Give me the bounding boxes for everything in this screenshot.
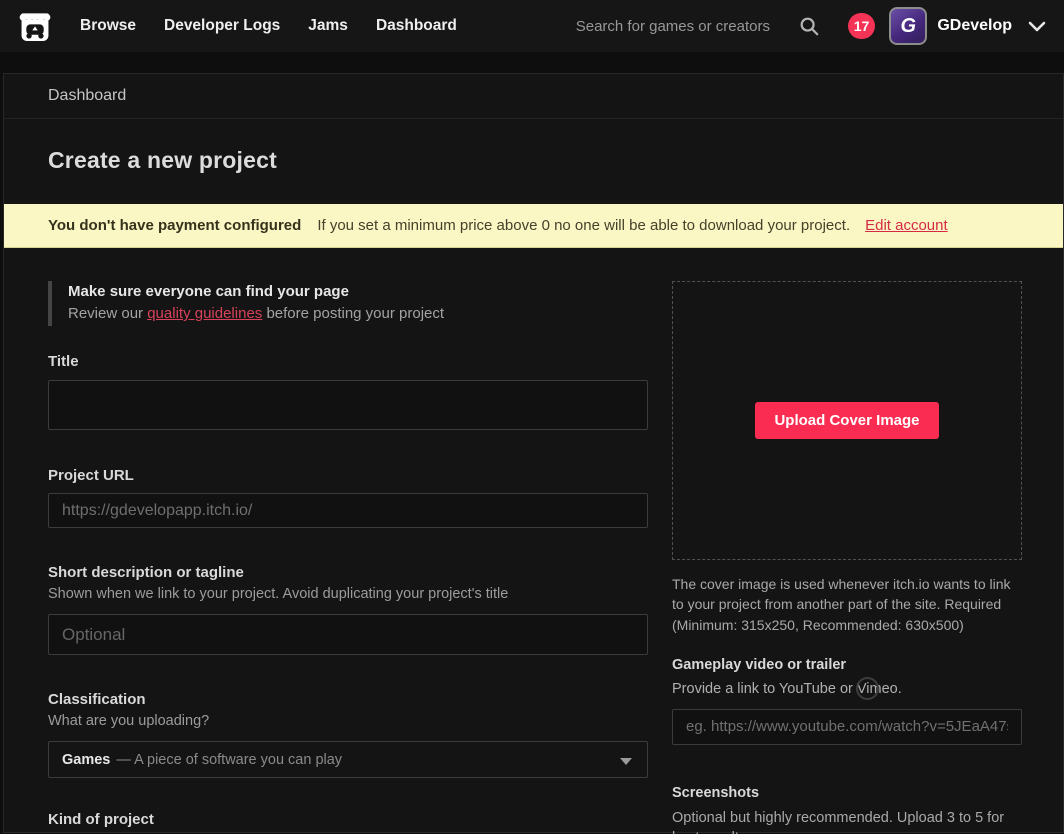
- main-container: Dashboard Create a new project You don't…: [3, 73, 1064, 833]
- title-input[interactable]: [48, 380, 648, 430]
- cover-image-dropzone[interactable]: Upload Cover Image: [672, 281, 1022, 560]
- nav-item-developer-logs[interactable]: Developer Logs: [150, 17, 294, 35]
- search-icon[interactable]: [798, 15, 820, 37]
- top-navbar: Browse Developer Logs Jams Dashboard 17 …: [0, 0, 1064, 52]
- classification-selected-value: Games: [62, 752, 110, 768]
- title-label: Title: [48, 353, 648, 370]
- notification-badge[interactable]: 17: [848, 13, 876, 39]
- upload-cover-image-button[interactable]: Upload Cover Image: [755, 402, 938, 439]
- nav-item-jams[interactable]: Jams: [294, 17, 362, 35]
- gameplay-video-label: Gameplay video or trailer: [672, 657, 1022, 673]
- project-form: Make sure everyone can find your page Re…: [4, 248, 1063, 834]
- quality-guidelines-link[interactable]: quality guidelines: [147, 305, 262, 322]
- navbar-right: 17 G GDevelop: [576, 7, 1046, 45]
- project-url-input[interactable]: [48, 493, 648, 528]
- nav-item-browse[interactable]: Browse: [66, 17, 150, 35]
- gameplay-video-hint: Provide a link to YouTube or Vimeo.: [672, 681, 1022, 697]
- short-description-input[interactable]: [48, 614, 648, 655]
- banner-bold-text: You don't have payment configured: [48, 217, 301, 234]
- banner-text: If you set a minimum price above 0 no on…: [317, 217, 850, 234]
- breadcrumb[interactable]: Dashboard: [48, 87, 126, 105]
- quality-guidelines-callout: Make sure everyone can find your page Re…: [48, 281, 648, 326]
- form-left-column: Make sure everyone can find your page Re…: [48, 281, 648, 834]
- itchio-logo[interactable]: [16, 7, 54, 45]
- nav-links: Browse Developer Logs Jams Dashboard: [66, 17, 471, 35]
- screenshots-hint: Optional but highly recommended. Upload …: [672, 808, 1022, 834]
- kind-of-project-label: Kind of project: [48, 811, 648, 828]
- callout-pre: Review our: [68, 305, 147, 322]
- payment-warning-banner: You don't have payment configured If you…: [4, 204, 1063, 248]
- callout-title: Make sure everyone can find your page: [68, 283, 648, 300]
- itchio-logo-icon: [16, 7, 54, 45]
- page-header: Create a new project: [4, 119, 1063, 204]
- user-name[interactable]: GDevelop: [937, 17, 1012, 35]
- callout-post: before posting your project: [262, 305, 444, 322]
- loading-spinner-icon: [856, 677, 879, 700]
- select-caret-icon: [620, 758, 632, 765]
- gameplay-video-input[interactable]: [672, 709, 1022, 745]
- project-url-label: Project URL: [48, 467, 648, 484]
- edit-account-link[interactable]: Edit account: [865, 217, 948, 234]
- short-description-hint: Shown when we link to your project. Avoi…: [48, 586, 648, 602]
- classification-selected-desc: — A piece of software you can play: [116, 752, 342, 768]
- callout-subtitle: Review our quality guidelines before pos…: [68, 305, 648, 322]
- nav-item-dashboard[interactable]: Dashboard: [362, 17, 471, 35]
- screenshots-label: Screenshots: [672, 785, 1022, 801]
- breadcrumb-row: Dashboard: [4, 74, 1063, 119]
- short-description-label: Short description or tagline: [48, 564, 648, 581]
- avatar[interactable]: G: [889, 7, 927, 45]
- classification-select[interactable]: Games — A piece of software you can play: [48, 741, 648, 778]
- page-title: Create a new project: [48, 147, 1019, 174]
- chevron-down-icon[interactable]: [1028, 20, 1046, 32]
- classification-hint: What are you uploading?: [48, 713, 648, 729]
- classification-label: Classification: [48, 691, 648, 708]
- cover-image-help-text: The cover image is used whenever itch.io…: [672, 574, 1022, 635]
- search-input[interactable]: [576, 18, 794, 35]
- form-right-column: Upload Cover Image The cover image is us…: [672, 281, 1022, 834]
